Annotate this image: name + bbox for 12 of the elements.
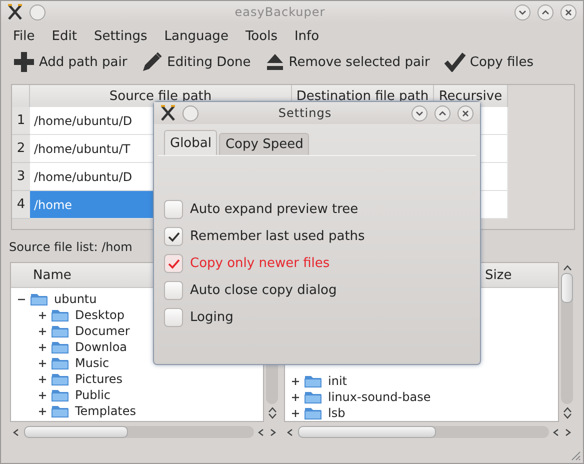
- row-number: 4: [12, 191, 30, 219]
- window-title: easyBackuper: [234, 5, 326, 19]
- option-label: Auto expand preview tree: [190, 202, 358, 217]
- row-number: 2: [12, 135, 30, 163]
- option-label: Copy only newer files: [190, 256, 330, 271]
- row-number: 1: [12, 107, 30, 135]
- dialog-title: Settings: [277, 106, 333, 120]
- option-label: Auto close copy dialog: [190, 283, 337, 298]
- option-label: Loging: [190, 310, 234, 325]
- source-list-label: Source file list: /hom: [9, 240, 132, 256]
- row-number: 3: [12, 163, 30, 191]
- option-label: Remember last used paths: [190, 229, 365, 244]
